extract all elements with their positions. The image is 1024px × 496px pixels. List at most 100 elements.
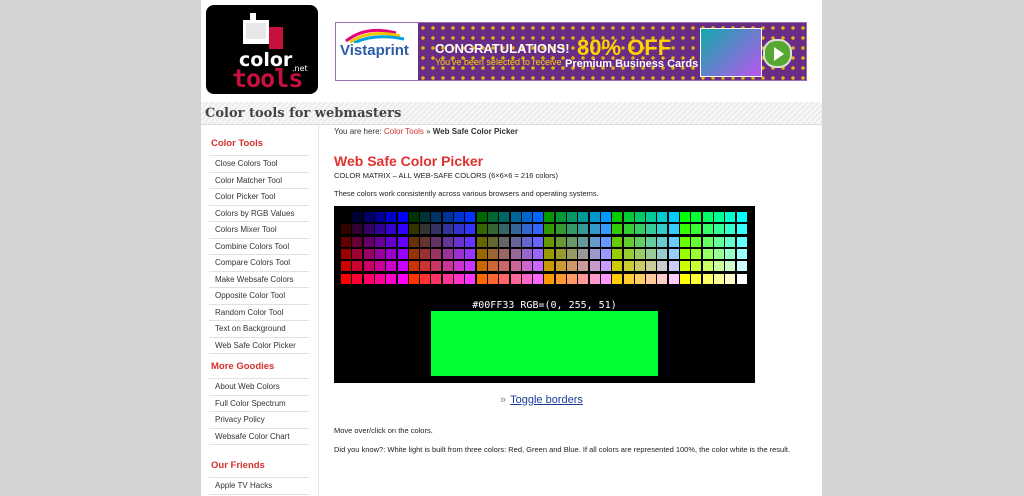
color-cell[interactable] (702, 224, 713, 235)
color-cell[interactable] (352, 273, 363, 284)
color-cell[interactable] (533, 236, 544, 247)
color-cell[interactable] (725, 212, 736, 222)
sidebar-item-colors-by-rgb[interactable]: Colors by RGB Values (209, 204, 309, 222)
color-cell[interactable] (533, 224, 544, 235)
color-cell[interactable] (713, 224, 724, 235)
color-cell[interactable] (397, 212, 408, 222)
color-cell[interactable] (544, 224, 555, 235)
color-cell[interactable] (487, 261, 498, 272)
color-cell[interactable] (555, 261, 566, 272)
color-cell[interactable] (555, 248, 566, 259)
color-cell[interactable] (725, 224, 736, 235)
color-cell[interactable] (544, 273, 555, 284)
color-cell[interactable] (521, 236, 532, 247)
color-cell[interactable] (465, 212, 476, 222)
sidebar-item-close-colors[interactable]: Close Colors Tool (209, 155, 309, 172)
color-cell[interactable] (668, 236, 679, 247)
color-cell[interactable] (544, 261, 555, 272)
color-cell[interactable] (386, 224, 397, 235)
color-cell[interactable] (646, 273, 657, 284)
color-cell[interactable] (533, 261, 544, 272)
color-cell[interactable] (589, 261, 600, 272)
color-cell[interactable] (657, 236, 668, 247)
color-cell[interactable] (702, 236, 713, 247)
color-cell[interactable] (589, 224, 600, 235)
color-cell[interactable] (691, 236, 702, 247)
color-cell[interactable] (465, 236, 476, 247)
color-cell[interactable] (397, 236, 408, 247)
color-cell[interactable] (657, 261, 668, 272)
color-cell[interactable] (567, 261, 577, 272)
color-cell[interactable] (510, 224, 521, 235)
color-cell[interactable] (341, 248, 351, 259)
color-cell[interactable] (442, 261, 453, 272)
color-cell[interactable] (713, 261, 724, 272)
color-cell[interactable] (680, 261, 690, 272)
sidebar-item-websafe-chart[interactable]: Websafe Color Chart (209, 427, 309, 445)
color-cell[interactable] (713, 248, 724, 259)
color-cell[interactable] (702, 273, 713, 284)
color-cell[interactable] (420, 273, 431, 284)
color-cell[interactable] (397, 273, 408, 284)
site-logo[interactable]: color .net tools (206, 5, 318, 94)
color-cell[interactable] (431, 224, 442, 235)
color-cell[interactable] (544, 212, 555, 222)
color-cell[interactable] (363, 248, 374, 259)
color-cell[interactable] (442, 236, 453, 247)
color-cell[interactable] (612, 273, 623, 284)
color-cell[interactable] (374, 224, 385, 235)
color-cell[interactable] (600, 261, 611, 272)
color-cell[interactable] (408, 261, 419, 272)
color-cell[interactable] (646, 212, 657, 222)
color-cell[interactable] (702, 212, 713, 222)
color-cell[interactable] (374, 248, 385, 259)
color-cell[interactable] (476, 261, 487, 272)
color-cell[interactable] (623, 212, 634, 222)
color-cell[interactable] (533, 273, 544, 284)
color-cell[interactable] (589, 248, 600, 259)
sidebar-item-make-websafe[interactable]: Make Websafe Colors (209, 270, 309, 288)
color-cell[interactable] (680, 224, 690, 235)
color-cell[interactable] (454, 261, 464, 272)
color-cell[interactable] (341, 212, 351, 222)
color-cell[interactable] (555, 224, 566, 235)
color-cell[interactable] (634, 248, 645, 259)
color-cell[interactable] (668, 248, 679, 259)
color-cell[interactable] (420, 212, 431, 222)
color-cell[interactable] (634, 212, 645, 222)
color-cell[interactable] (408, 248, 419, 259)
color-cell[interactable] (476, 236, 487, 247)
color-cell[interactable] (725, 273, 736, 284)
color-cell[interactable] (487, 224, 498, 235)
color-cell[interactable] (352, 212, 363, 222)
color-cell[interactable] (691, 261, 702, 272)
color-cell[interactable] (420, 236, 431, 247)
color-cell[interactable] (420, 224, 431, 235)
color-cell[interactable] (341, 273, 351, 284)
color-cell[interactable] (363, 236, 374, 247)
color-cell[interactable] (363, 261, 374, 272)
color-cell[interactable] (363, 224, 374, 235)
color-cell[interactable] (623, 273, 634, 284)
color-cell[interactable] (521, 261, 532, 272)
color-cell[interactable] (533, 212, 544, 222)
sidebar-item-apple-tv-hacks[interactable]: Apple TV Hacks (209, 477, 309, 495)
color-cell[interactable] (454, 273, 464, 284)
color-cell[interactable] (623, 261, 634, 272)
color-cell[interactable] (680, 212, 690, 222)
color-cell[interactable] (544, 248, 555, 259)
color-cell[interactable] (487, 212, 498, 222)
color-cell[interactable] (578, 273, 589, 284)
color-cell[interactable] (454, 224, 464, 235)
color-cell[interactable] (386, 236, 397, 247)
color-cell[interactable] (374, 261, 385, 272)
sidebar-item-about-web-colors[interactable]: About Web Colors (209, 378, 309, 395)
color-cell[interactable] (521, 273, 532, 284)
color-cell[interactable] (476, 273, 487, 284)
color-cell[interactable] (725, 236, 736, 247)
color-cell[interactable] (657, 273, 668, 284)
color-cell[interactable] (397, 248, 408, 259)
color-cell[interactable] (680, 248, 690, 259)
color-cell[interactable] (386, 273, 397, 284)
color-cell[interactable] (352, 261, 363, 272)
